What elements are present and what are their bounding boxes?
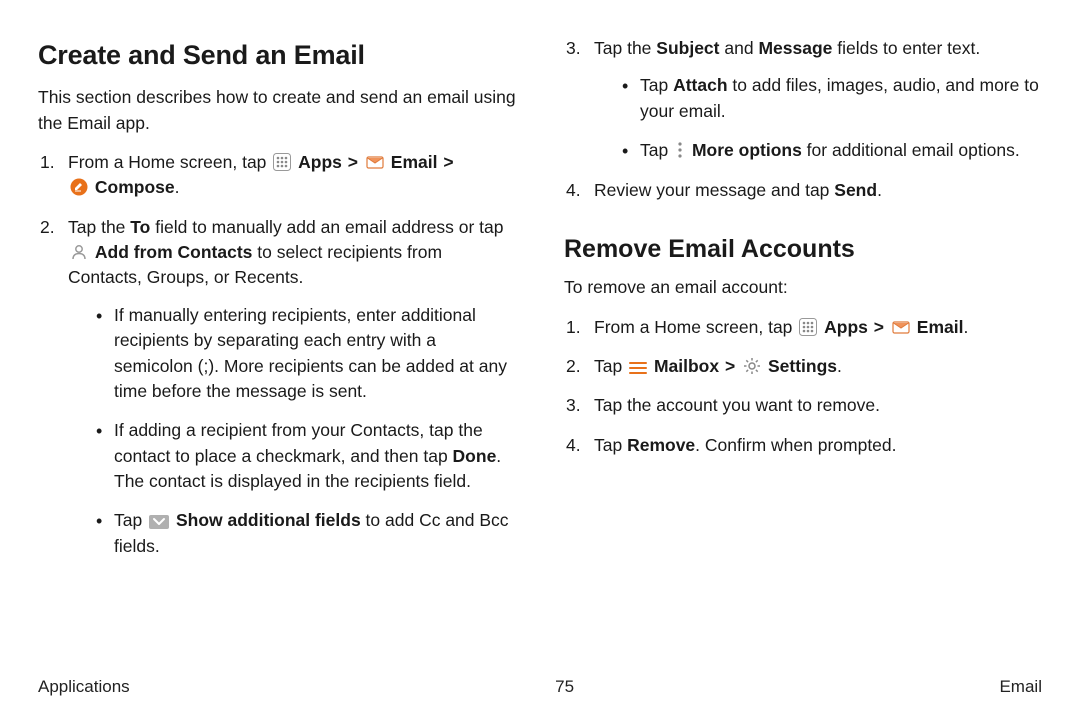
- steps-create-continued: Tap the Subject and Message fields to en…: [564, 36, 1042, 203]
- right-column: Tap the Subject and Message fields to en…: [564, 36, 1042, 573]
- section-heading-remove: Remove Email Accounts: [564, 231, 1042, 267]
- to-label: To: [130, 217, 150, 237]
- step-2-subitems: If manually entering recipients, enter a…: [68, 303, 516, 559]
- separator: >: [348, 152, 358, 172]
- settings-label: Settings: [768, 356, 837, 376]
- page-footer: Applications 75 Email: [38, 675, 1042, 700]
- remove-label: Remove: [627, 435, 695, 455]
- step-3-subitems: Tap Attach to add files, images, audio, …: [594, 73, 1042, 163]
- show-fields-label: Show additional fields: [176, 510, 361, 530]
- step-2: Tap the To field to manually add an emai…: [38, 215, 516, 560]
- separator: >: [725, 356, 735, 376]
- email-icon: [892, 318, 910, 336]
- sub-contacts: If adding a recipient from your Contacts…: [96, 418, 516, 494]
- remove-step-2: Tap Mailbox > Settings.: [564, 354, 1042, 379]
- mailbox-label: Mailbox: [654, 356, 719, 376]
- steps-create: From a Home screen, tap Apps > Email > C…: [38, 150, 516, 559]
- attach-label: Attach: [673, 75, 727, 95]
- step-1: From a Home screen, tap Apps > Email > C…: [38, 150, 516, 201]
- separator: >: [443, 152, 453, 172]
- compose-icon: [70, 178, 88, 196]
- sub-attach: Tap Attach to add files, images, audio, …: [622, 73, 1042, 124]
- email-icon: [366, 153, 384, 171]
- footer-page-number: 75: [555, 675, 574, 700]
- email-label: Email: [391, 152, 438, 172]
- settings-icon: [743, 357, 761, 375]
- sub-manual: If manually entering recipients, enter a…: [96, 303, 516, 405]
- footer-left: Applications: [38, 675, 130, 700]
- section-heading-create: Create and Send an Email: [38, 36, 516, 75]
- apps-label: Apps: [298, 152, 342, 172]
- email-label: Email: [917, 317, 964, 337]
- done-label: Done: [453, 446, 497, 466]
- remove-step-1: From a Home screen, tap Apps > Email.: [564, 315, 1042, 340]
- send-label: Send: [834, 180, 877, 200]
- more-options-icon: [675, 141, 685, 159]
- subject-label: Subject: [656, 38, 719, 58]
- sub-more-options: Tap More options for additional email op…: [622, 138, 1042, 163]
- left-column: Create and Send an Email This section de…: [38, 36, 516, 573]
- more-options-label: More options: [692, 140, 802, 160]
- chevron-down-icon: [149, 515, 169, 529]
- step-4: Review your message and tap Send.: [564, 178, 1042, 203]
- apps-icon: [273, 153, 291, 171]
- separator: >: [874, 317, 884, 337]
- remove-intro: To remove an email account:: [564, 275, 1042, 300]
- steps-remove: From a Home screen, tap Apps > Email. Ta…: [564, 315, 1042, 459]
- apps-icon: [799, 318, 817, 336]
- intro-text: This section describes how to create and…: [38, 85, 516, 136]
- remove-step-4: Tap Remove. Confirm when prompted.: [564, 433, 1042, 458]
- add-contacts-label: Add from Contacts: [95, 242, 253, 262]
- step-3: Tap the Subject and Message fields to en…: [564, 36, 1042, 164]
- content-columns: Create and Send an Email This section de…: [38, 36, 1042, 573]
- apps-label: Apps: [824, 317, 868, 337]
- footer-right: Email: [999, 675, 1042, 700]
- mailbox-icon: [629, 361, 647, 375]
- contacts-icon: [70, 243, 88, 261]
- compose-label: Compose: [95, 177, 175, 197]
- message-label: Message: [758, 38, 832, 58]
- sub-show-fields: Tap Show additional fields to add Cc and…: [96, 508, 516, 559]
- remove-step-3: Tap the account you want to remove.: [564, 393, 1042, 418]
